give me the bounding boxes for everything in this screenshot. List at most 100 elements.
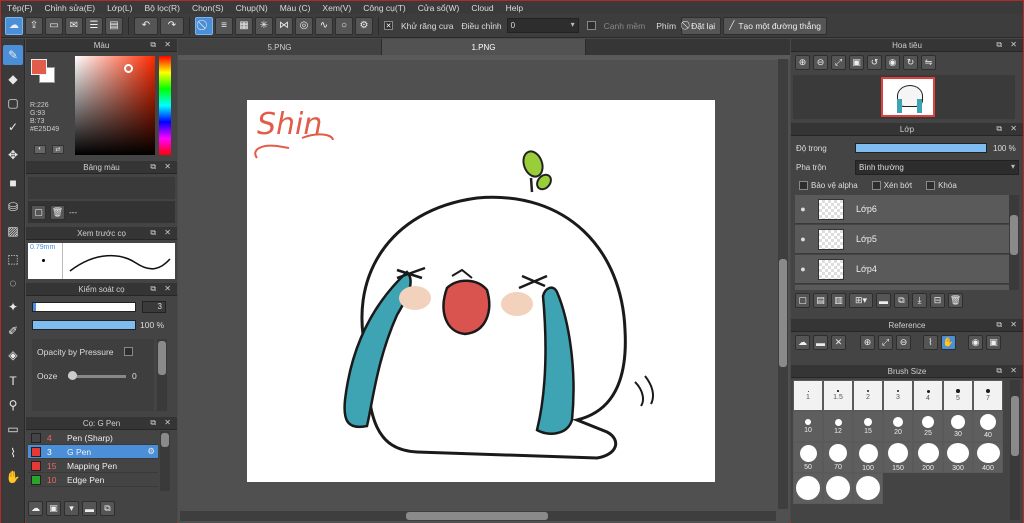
layer-opacity-slider[interactable] [855, 143, 987, 153]
hue-slider[interactable] [159, 56, 171, 155]
panel-window-icons[interactable]: ⧉ ✕ [996, 366, 1020, 376]
canvas-horizontal-scrollbar[interactable] [180, 511, 776, 521]
brush-size-scrollbar[interactable] [1010, 380, 1020, 520]
brush-size-cell[interactable]: 70 [823, 442, 853, 473]
menu-color[interactable]: Màu (C) [274, 3, 317, 13]
reference-rotate-icon[interactable]: ◉ [968, 335, 983, 350]
brush-size-input[interactable]: 3 [142, 301, 166, 313]
rotate-left-icon[interactable]: ↺ [867, 55, 882, 70]
cloud-save-icon[interactable]: ☁ [5, 16, 23, 35]
brush-item-pen-sharp[interactable]: 4 Pen (Sharp) [28, 431, 158, 445]
menu-window[interactable]: Cửa sổ(W) [412, 3, 466, 13]
smooth-edge-checkbox[interactable] [586, 21, 596, 30]
panel-window-icons[interactable]: ⧉ ✕ [996, 320, 1020, 330]
menu-filter[interactable]: Bộ lọc(R) [139, 3, 186, 13]
color-sv-picker[interactable] [75, 56, 155, 155]
new-palette-icon[interactable]: ▢ [31, 204, 46, 220]
fit-icon[interactable]: ⤢ [831, 55, 846, 70]
panel-window-icons[interactable]: ⧉ ✕ [996, 124, 1020, 134]
hand-tool-icon[interactable]: ✋ [3, 467, 23, 487]
new-layer-icon[interactable]: ▢ [795, 293, 810, 308]
snap-concentric-icon[interactable]: ◎ [295, 16, 313, 35]
magic-wand-icon[interactable]: ✦ [3, 297, 23, 317]
move-tool-icon[interactable]: ✥ [3, 145, 23, 165]
visibility-eye-icon[interactable]: ● [795, 234, 811, 244]
panel-window-icons[interactable]: ⧉ ✕ [150, 40, 174, 50]
undo-icon[interactable]: ↶ [134, 16, 158, 35]
lasso-icon[interactable]: ◌ [3, 273, 23, 293]
snap-off-icon[interactable]: ⃠ [195, 16, 213, 35]
divider-line-icon[interactable]: ▭ [3, 419, 23, 439]
snap-circle-icon[interactable]: ○ [335, 16, 353, 35]
clipping-checkbox[interactable] [871, 181, 881, 190]
brush-size-cell[interactable] [823, 473, 853, 504]
brush-item-edge-pen[interactable]: 10 Edge Pen [28, 473, 158, 487]
tab-1-png[interactable]: 1.PNG [382, 39, 586, 55]
menu-tools[interactable]: Công cụ(T) [357, 3, 412, 13]
reference-close-icon[interactable]: ✕ [831, 335, 846, 350]
reference-zoom-out-icon[interactable]: ⊖ [896, 335, 911, 350]
brush-settings-scrollbar[interactable] [157, 339, 167, 411]
brush-size-cell[interactable]: 20 [883, 411, 913, 442]
brush-size-cell[interactable]: 7 [973, 380, 1003, 411]
menu-edit[interactable]: Chỉnh sửa(E) [39, 3, 102, 13]
panel-window-icons[interactable]: ⧉ ✕ [150, 228, 174, 238]
brush-size-cell[interactable]: 150 [883, 442, 913, 473]
menu-help[interactable]: Help [500, 3, 529, 13]
selection-rect-icon[interactable]: ▢ [3, 93, 23, 113]
gradient-icon[interactable]: ▨ [3, 221, 23, 241]
select-pen-icon[interactable]: ✐ [3, 321, 23, 341]
brush-item-g-pen[interactable]: 3 G Pen ⚙ [28, 445, 158, 459]
snap-settings-icon[interactable]: ⚙ [355, 16, 373, 35]
menu-view[interactable]: Xem(V) [316, 3, 357, 13]
protect-alpha-checkbox[interactable] [799, 181, 808, 190]
brush-size-cell[interactable]: 5 [943, 380, 973, 411]
navigator-preview[interactable] [793, 75, 1015, 119]
brush-size-cell[interactable]: 300 [943, 442, 973, 473]
panel-window-icons[interactable]: ⧉ ✕ [150, 284, 174, 294]
ooze-slider-thumb[interactable] [68, 371, 77, 380]
brush-size-cell[interactable]: 15 [853, 411, 883, 442]
merge-layer-icon[interactable]: ⤓ [912, 293, 927, 308]
select-eraser-icon[interactable]: ◈ [3, 345, 23, 365]
brush-size-cell[interactable]: 2 [853, 380, 883, 411]
flip-icon[interactable]: ⇋ [921, 55, 936, 70]
color-mode-icon[interactable]: ◐ [34, 145, 46, 154]
brush-size-cell[interactable]: 1.5 [823, 380, 853, 411]
check-tool-icon[interactable]: ✓ [3, 117, 23, 137]
ooze-slider[interactable] [68, 371, 126, 380]
redo-icon[interactable]: ↷ [160, 16, 184, 35]
menu-select[interactable]: Chọn(S) [186, 3, 230, 13]
cloud-brush-icon[interactable]: ☁ [28, 501, 43, 516]
tab-5-png[interactable]: 5.PNG [178, 39, 382, 55]
snap-curve-icon[interactable]: ∿ [315, 16, 333, 35]
brush-size-cell[interactable]: 10 [793, 411, 823, 442]
brush-size-slider[interactable] [32, 302, 136, 312]
delete-palette-icon[interactable]: 🗑 [50, 204, 65, 220]
folder-icon[interactable]: ▬ [82, 501, 97, 516]
palette-area[interactable] [28, 177, 175, 199]
adjust-select[interactable]: 0 [506, 18, 579, 33]
visibility-eye-icon[interactable]: ● [795, 264, 811, 274]
duplicate-icon[interactable]: ⧉ [100, 501, 115, 516]
navigator-viewport[interactable] [881, 77, 935, 117]
dropper-fill-icon[interactable]: ⚲ [3, 395, 23, 415]
rect-fill-icon[interactable]: ■ [3, 173, 23, 193]
brush-size-cell[interactable]: 4 [913, 380, 943, 411]
layer-folder-icon[interactable]: ▬ [876, 293, 891, 308]
reference-fit-screen-icon[interactable]: ▣ [986, 335, 1001, 350]
duplicate-layer-icon[interactable]: ⧉ [894, 293, 909, 308]
main-color-swatch-front[interactable] [31, 59, 47, 75]
lock-checkbox[interactable] [926, 181, 936, 190]
canvas-vertical-scrollbar[interactable] [778, 59, 788, 509]
select-marquee-icon[interactable]: ⬚ [3, 249, 23, 269]
color-picker-cursor[interactable] [124, 64, 133, 73]
brush-size-cell[interactable] [853, 473, 883, 504]
layer-row[interactable]: ● Lớp4 [795, 255, 1009, 284]
new-layer-1bit-icon[interactable]: ▥ [831, 293, 846, 308]
bucket-fill-icon[interactable]: ⛁ [3, 197, 23, 217]
reset-button[interactable]: ⃠ Đặt lại [681, 16, 722, 35]
zoom-in-icon[interactable]: ⊕ [795, 55, 810, 70]
reference-zoom-in-icon[interactable]: ⊕ [860, 335, 875, 350]
canvas-hscroll-thumb[interactable] [406, 512, 548, 520]
